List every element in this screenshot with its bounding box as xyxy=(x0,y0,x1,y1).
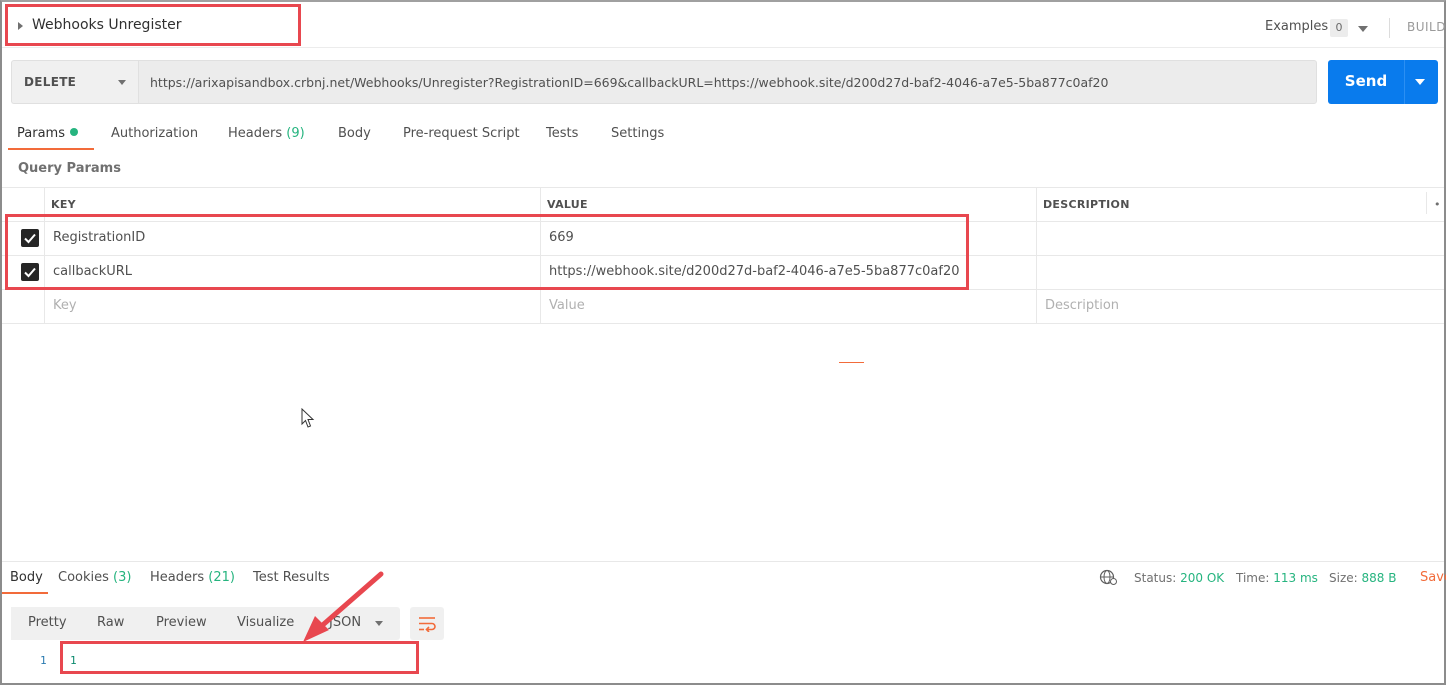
tab-params-label: Params xyxy=(17,126,65,141)
column-divider xyxy=(1036,187,1037,323)
annotation-arrow-icon xyxy=(303,571,384,642)
examples-label[interactable]: Examples xyxy=(1265,19,1328,34)
method-select[interactable]: DELETE xyxy=(11,60,138,104)
method-label: DELETE xyxy=(24,75,77,89)
tab-headers-label: Headers xyxy=(228,126,283,141)
tab-headers-count: (9) xyxy=(286,126,305,141)
tab-headers[interactable]: Headers (9) xyxy=(228,126,305,141)
table-top-border xyxy=(2,187,1444,188)
format-raw-button[interactable]: Raw xyxy=(97,615,124,630)
wrap-lines-button[interactable] xyxy=(410,607,444,640)
new-value-input[interactable]: Value xyxy=(549,298,585,313)
response-time: Time: 113 ms xyxy=(1236,571,1318,585)
wrap-lines-icon xyxy=(419,617,436,632)
response-status: Status: 200 OK xyxy=(1134,571,1224,585)
time-label: Time: xyxy=(1236,571,1270,585)
response-active-tab-underline xyxy=(2,592,48,594)
format-pretty-button[interactable]: Pretty xyxy=(28,615,67,630)
chevron-down-icon xyxy=(118,80,126,85)
format-visualize-button[interactable]: Visualize xyxy=(237,615,294,630)
query-params-title: Query Params xyxy=(18,161,121,176)
header-divider xyxy=(1389,18,1390,38)
send-options-chevron-icon[interactable] xyxy=(1415,79,1425,85)
send-button[interactable]: Send xyxy=(1328,60,1438,104)
examples-count-badge: 0 xyxy=(1330,19,1348,37)
column-header-key: KEY xyxy=(51,198,76,211)
response-tab-cookies-label: Cookies xyxy=(58,570,109,585)
response-tab-headers[interactable]: Headers (21) xyxy=(150,570,235,585)
response-tab-cookies[interactable]: Cookies (3) xyxy=(58,570,131,585)
url-input[interactable]: https://arixapisandbox.crbnj.net/Webhook… xyxy=(138,60,1317,104)
tab-body[interactable]: Body xyxy=(338,126,371,141)
column-header-description: DESCRIPTION xyxy=(1043,198,1130,211)
drag-handle[interactable] xyxy=(839,362,864,363)
column-divider xyxy=(1426,192,1427,214)
mouse-cursor-icon xyxy=(301,408,315,428)
examples-dropdown-icon[interactable] xyxy=(1358,26,1368,32)
response-tab-cookies-count: (3) xyxy=(113,570,132,585)
url-text: https://arixapisandbox.crbnj.net/Webhook… xyxy=(150,75,1109,90)
title-highlight-box xyxy=(5,4,301,46)
status-value: 200 OK xyxy=(1180,571,1225,585)
tab-params[interactable]: Params xyxy=(17,126,78,141)
response-tab-body[interactable]: Body xyxy=(10,570,43,585)
send-label: Send xyxy=(1344,72,1388,90)
tab-settings[interactable]: Settings xyxy=(611,126,664,141)
size-label: Size: xyxy=(1329,571,1358,585)
params-highlight-box xyxy=(5,214,969,290)
active-tab-underline xyxy=(8,148,94,150)
response-divider xyxy=(2,561,1444,562)
response-tab-headers-label: Headers xyxy=(150,570,205,585)
tab-pre-request-script[interactable]: Pre-request Script xyxy=(403,126,520,141)
save-response-button[interactable]: Save xyxy=(1420,570,1446,585)
time-value: 113 ms xyxy=(1273,571,1318,585)
response-tab-headers-count: (21) xyxy=(208,570,235,585)
more-options-icon[interactable]: • xyxy=(1434,198,1441,211)
send-divider xyxy=(1404,60,1405,104)
row-divider xyxy=(2,323,1444,324)
tab-tests[interactable]: Tests xyxy=(546,126,578,141)
params-active-dot-icon xyxy=(69,128,78,136)
size-value: 888 B xyxy=(1361,571,1397,585)
format-preview-button[interactable]: Preview xyxy=(156,615,207,630)
tab-authorization[interactable]: Authorization xyxy=(111,126,198,141)
new-key-input[interactable]: Key xyxy=(53,298,77,313)
globe-network-icon[interactable] xyxy=(1099,569,1118,586)
build-mode-label[interactable]: BUILD xyxy=(1407,20,1446,34)
status-label: Status: xyxy=(1134,571,1177,585)
response-size: Size: 888 B xyxy=(1329,571,1396,585)
column-header-value: VALUE xyxy=(547,198,588,211)
new-description-input[interactable]: Description xyxy=(1045,298,1119,313)
code-line-number: 1 xyxy=(40,654,47,667)
